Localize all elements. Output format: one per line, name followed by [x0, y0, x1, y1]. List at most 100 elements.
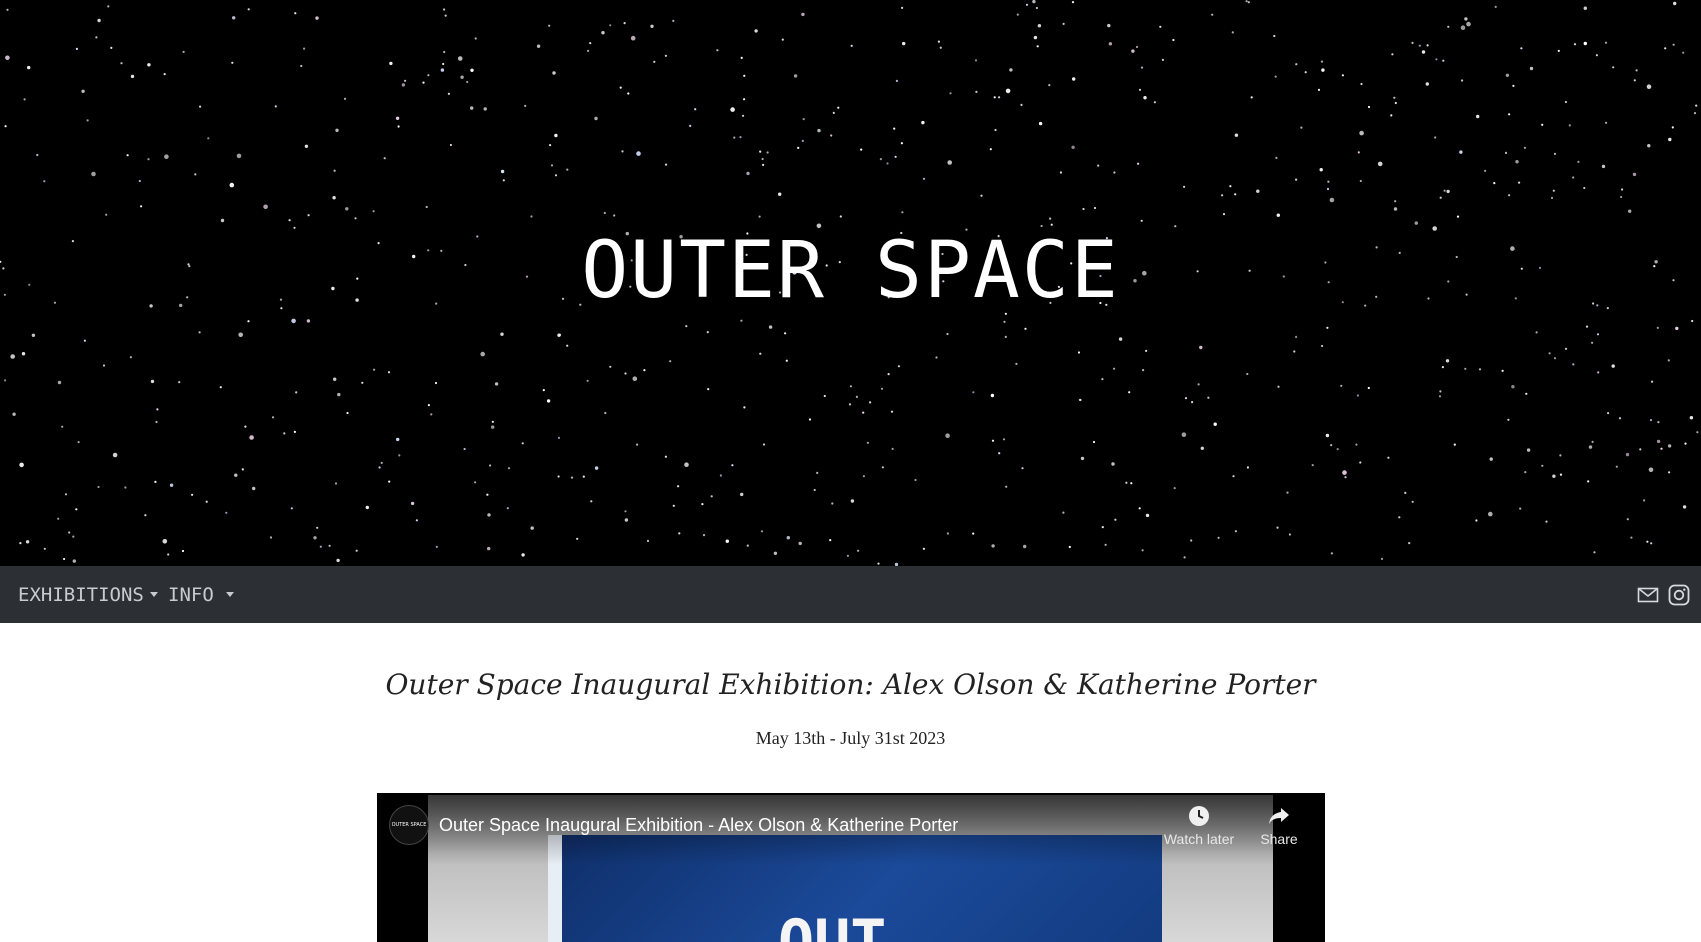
star [1229, 185, 1232, 188]
star [442, 62, 445, 66]
star [232, 16, 236, 20]
star [396, 437, 400, 442]
star [140, 205, 143, 208]
star [1072, 77, 1076, 81]
star [1181, 432, 1187, 438]
video-title[interactable]: Outer Space Inaugural Exhibition - Alex … [439, 815, 958, 836]
star [665, 163, 668, 166]
site-title[interactable]: OUTER SPACE [0, 232, 1701, 310]
star [678, 532, 681, 535]
star [1341, 74, 1344, 77]
star [1630, 536, 1633, 539]
star [1118, 337, 1123, 341]
star [972, 391, 975, 394]
star [274, 105, 277, 108]
star [1552, 189, 1555, 192]
star [19, 542, 22, 545]
star [306, 319, 311, 323]
star [1667, 359, 1670, 362]
star [801, 12, 805, 17]
star [1393, 207, 1398, 211]
star [797, 146, 800, 149]
star [361, 381, 364, 384]
star [1621, 188, 1624, 191]
video-player[interactable]: OUT OUTER SPACE Outer Space Inaugural Ex… [377, 793, 1325, 942]
star [1009, 68, 1013, 72]
star [630, 35, 636, 41]
star [1657, 421, 1660, 424]
star [1273, 34, 1276, 38]
star [1393, 96, 1396, 99]
star [191, 493, 194, 496]
star [1037, 24, 1042, 28]
star [1092, 440, 1096, 444]
star [1295, 335, 1298, 338]
star [1250, 96, 1253, 99]
star [554, 174, 558, 177]
star [249, 435, 254, 440]
star [86, 119, 89, 122]
instagram-icon[interactable] [1668, 584, 1690, 606]
star [1101, 526, 1104, 529]
star [781, 38, 784, 41]
star [1114, 518, 1117, 521]
star [457, 56, 463, 61]
star [36, 153, 39, 157]
star [689, 124, 692, 127]
star [922, 177, 926, 180]
star [594, 466, 599, 470]
star [194, 173, 197, 176]
star [378, 466, 381, 469]
star [974, 59, 978, 62]
star [57, 517, 60, 520]
star [1387, 456, 1390, 459]
star [247, 320, 250, 323]
star [1601, 164, 1606, 169]
star [740, 492, 744, 497]
nav-exhibitions[interactable]: EXHIBITIONS [18, 566, 158, 623]
watch-later-button[interactable]: Watch later [1159, 805, 1239, 847]
star [68, 531, 71, 534]
star [1689, 416, 1694, 420]
star [993, 96, 996, 99]
star [319, 545, 322, 548]
star [1650, 542, 1653, 545]
star [808, 418, 812, 421]
star [1183, 556, 1186, 559]
share-button[interactable]: Share [1239, 805, 1319, 847]
star [546, 399, 551, 403]
star [716, 49, 719, 52]
star [1108, 42, 1113, 46]
star [1664, 47, 1667, 50]
star [219, 386, 222, 389]
star [1326, 187, 1330, 191]
star [198, 331, 201, 334]
star [333, 377, 337, 381]
star [483, 107, 487, 111]
star [1541, 123, 1544, 126]
star [328, 544, 331, 547]
star [1635, 69, 1638, 72]
star [1130, 482, 1133, 485]
star [1107, 23, 1111, 28]
mail-icon[interactable] [1637, 584, 1659, 606]
star [1559, 454, 1562, 457]
star [1552, 474, 1556, 478]
star [702, 534, 706, 537]
star [1519, 507, 1522, 510]
channel-avatar[interactable]: OUTER SPACE [389, 805, 429, 845]
star [894, 155, 897, 158]
star [990, 393, 995, 398]
star [1476, 114, 1480, 119]
star [762, 163, 765, 166]
star [64, 493, 68, 496]
star [1651, 380, 1654, 383]
star [869, 401, 872, 404]
star [1068, 545, 1071, 549]
star [225, 511, 228, 514]
star [460, 75, 464, 79]
star [1277, 385, 1280, 388]
star [144, 514, 147, 517]
star [586, 379, 589, 382]
nav-info[interactable]: INFO [168, 566, 234, 623]
